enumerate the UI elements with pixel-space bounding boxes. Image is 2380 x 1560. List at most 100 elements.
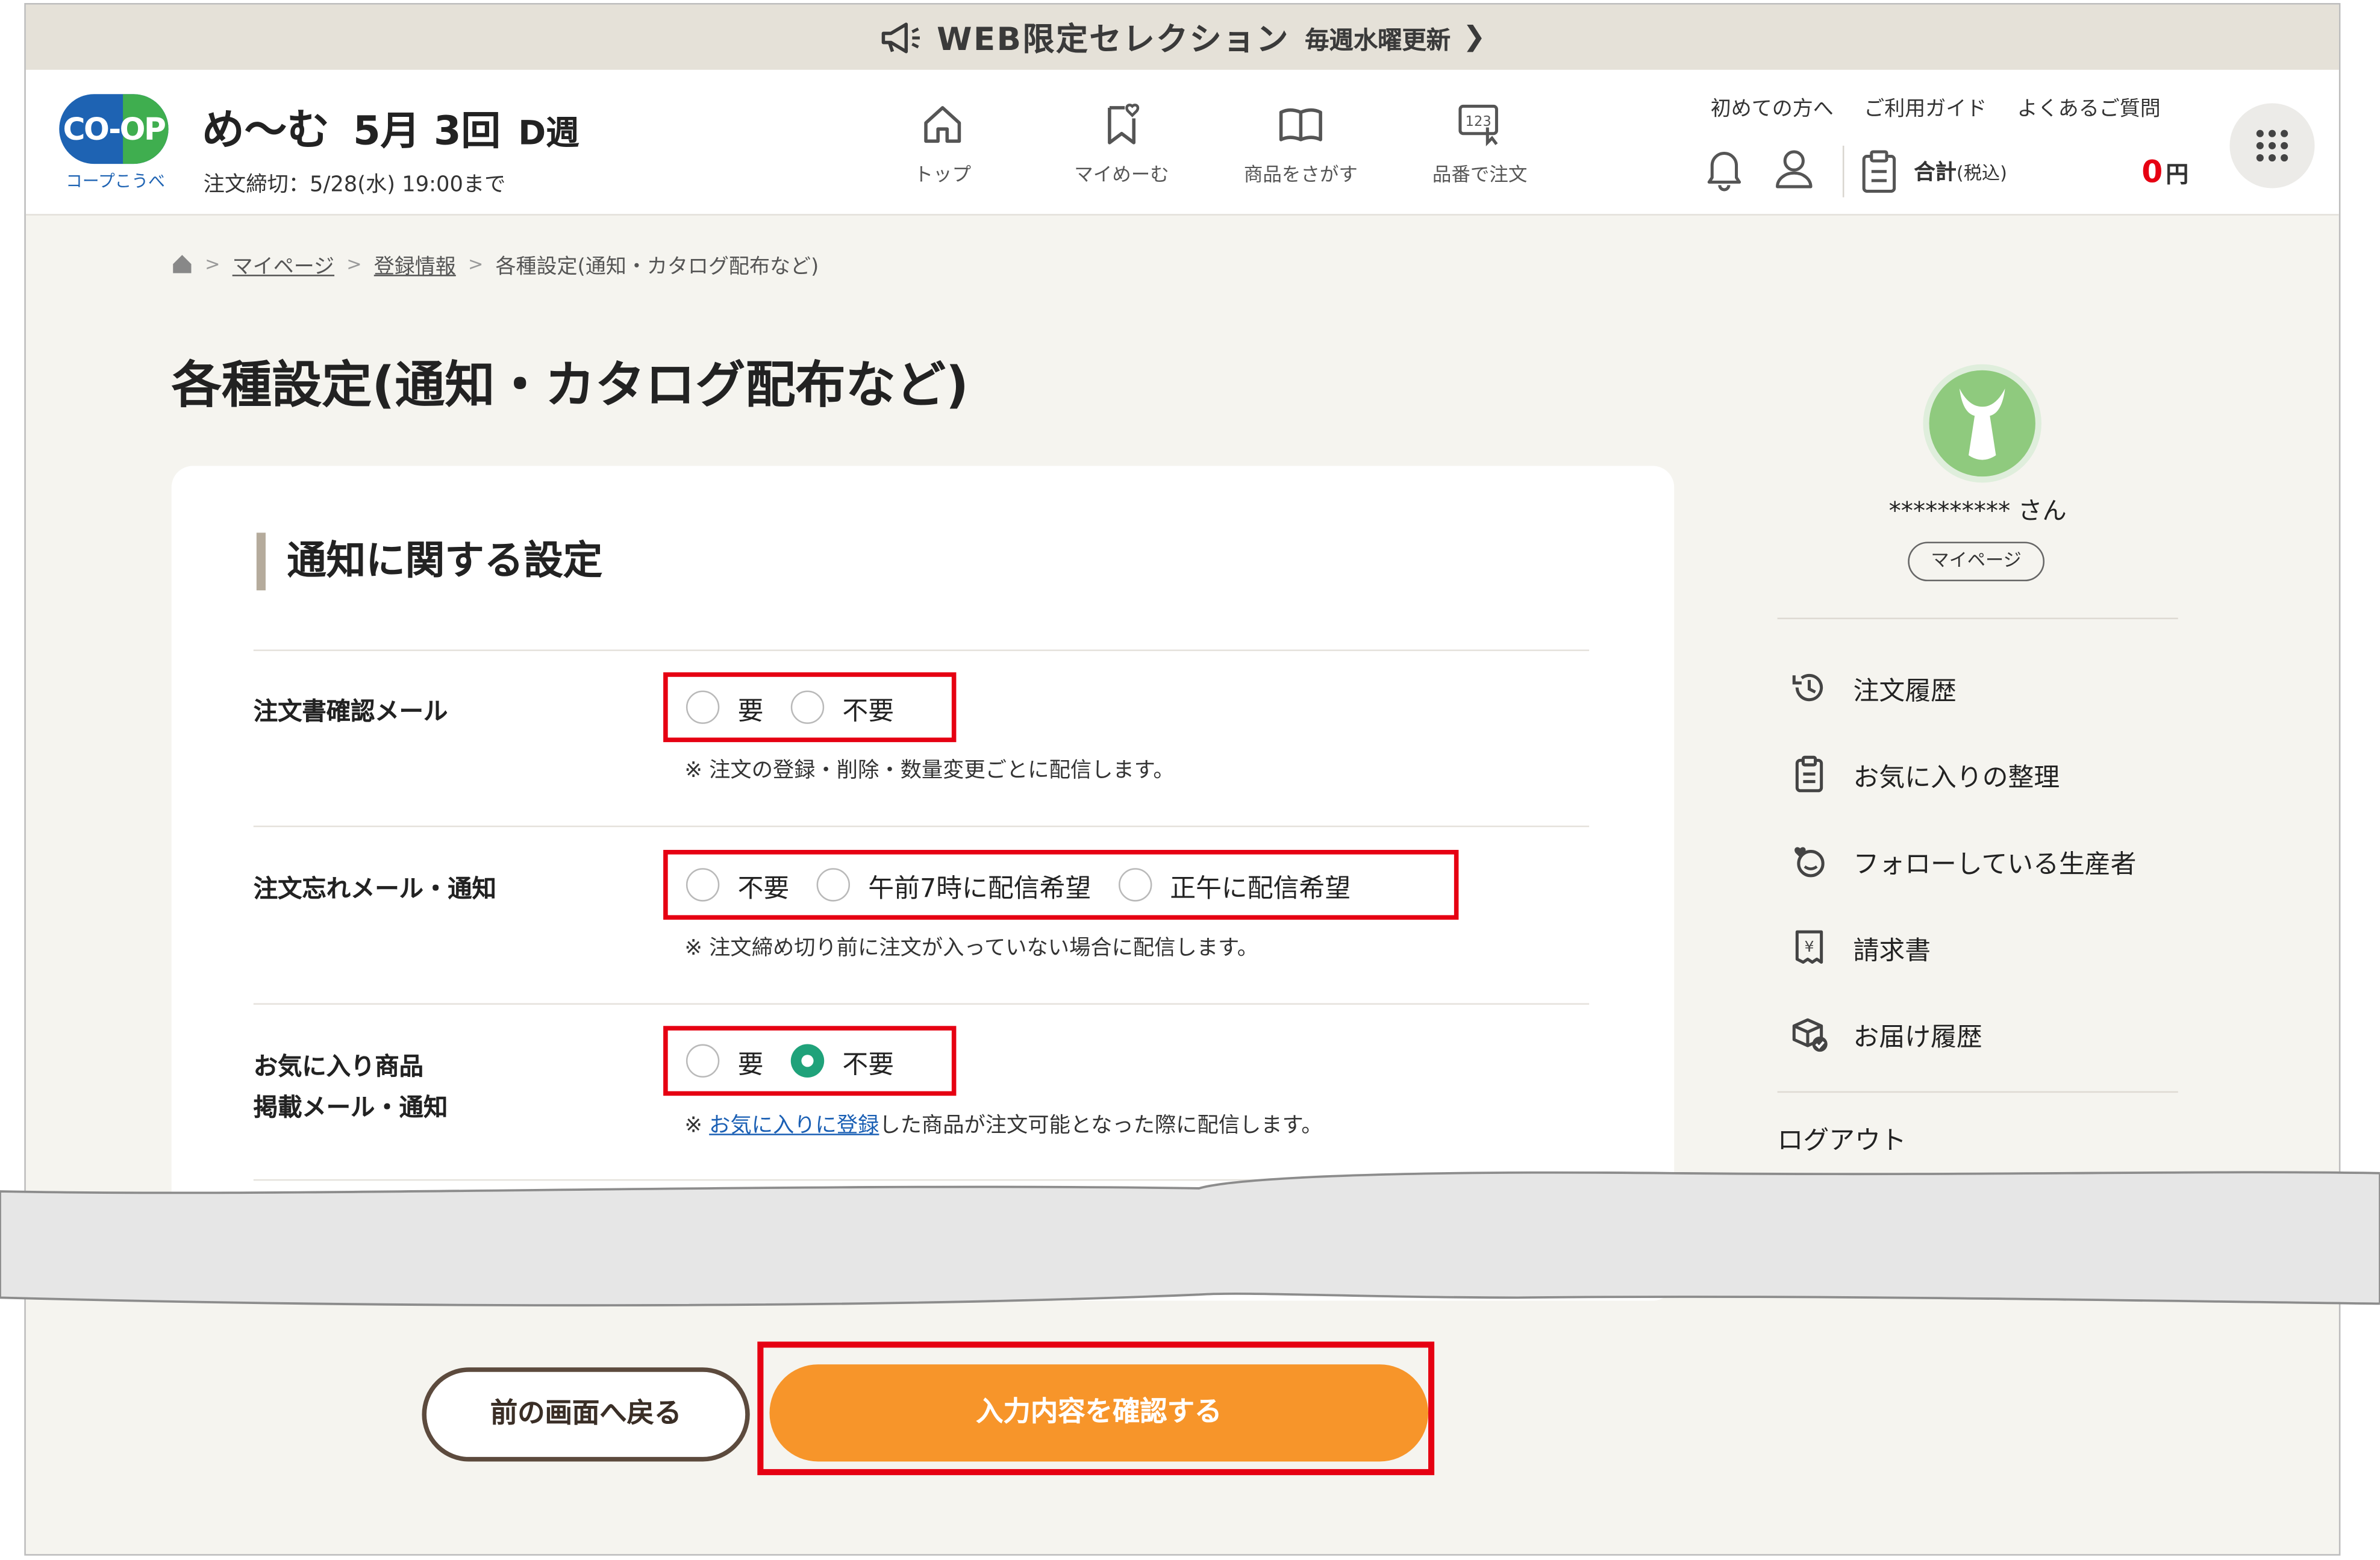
svg-text:123: 123 [1466, 114, 1491, 129]
nav-search-products-label: 商品をさがす [1243, 162, 1358, 186]
nav-top-label: トップ [914, 162, 971, 186]
order-confirm-mail-yes[interactable]: 要 [686, 688, 763, 726]
order-confirm-mail-label: 注文書確認メール [253, 696, 448, 726]
chevron-right-icon: > [346, 253, 362, 275]
bookmark-heart-icon [1108, 104, 1140, 145]
order-confirm-mail-options: 要 不要 [663, 672, 957, 743]
delivery-week: 5月 3回 [353, 109, 501, 155]
menu-grid-button[interactable] [2229, 103, 2315, 189]
box-check-icon [1792, 1018, 1828, 1052]
logo-subtext: コープこうべ [66, 171, 165, 192]
header-icons: 合計(税込) [1703, 145, 2007, 198]
row-divider [253, 649, 1590, 651]
section-title: 通知に関する設定 [256, 532, 603, 591]
user-icon [1776, 150, 1813, 189]
order-deadline: 注文締切：5/28(水) 19:00まで [203, 173, 506, 198]
nav-my-meem-label: マイめーむ [1074, 162, 1169, 186]
order-reminder-noon[interactable]: 正午に配信希望 [1118, 866, 1351, 903]
notification-button[interactable] [1703, 146, 1746, 198]
breadcrumb-mypage[interactable]: マイページ [233, 249, 334, 279]
user-name: ********** さん [1888, 496, 2067, 525]
link-faq[interactable]: よくあるご質問 [2017, 91, 2161, 121]
main-nav: トップ マイめーむ 商品をさがす 123 品番で注文 [853, 100, 1569, 187]
radio-button[interactable] [686, 1044, 720, 1078]
link-usage-guide[interactable]: ご利用ガイド [1864, 91, 1987, 121]
sidebar-item-followed-producers[interactable]: フォローしている生産者 [1790, 841, 2136, 881]
favorite-register-link[interactable]: お気に入りに登録 [709, 1114, 879, 1138]
order-reminder-note: ※ 注文締め切り前に注文が入っていない場合に配信します。 [684, 936, 1259, 961]
sidebar-item-invoice[interactable]: ¥ 請求書 [1790, 928, 1931, 967]
link-first-time[interactable]: 初めての方へ [1711, 91, 1834, 121]
order-confirm-mail-no[interactable]: 不要 [790, 688, 894, 726]
radio-button[interactable] [686, 690, 720, 724]
utility-links: 初めての方へ ご利用ガイド よくあるご質問 [1711, 91, 2161, 121]
radio-button[interactable] [790, 690, 825, 724]
logout-link[interactable]: ログアウト [1778, 1119, 1907, 1156]
promo-sub: 毎週水曜更新 [1305, 25, 1451, 54]
omitted-content-tear [0, 1171, 2380, 1307]
producer-heart-icon [1794, 847, 1825, 878]
nav-top[interactable]: トップ [853, 100, 1032, 187]
history-icon [1792, 673, 1823, 702]
order-reminder-label: 注文忘れメール・通知 [253, 874, 496, 903]
order-reminder-7am[interactable]: 午前7時に配信希望 [816, 866, 1091, 903]
chevron-right-icon: > [205, 253, 220, 275]
brand-name: め〜む [202, 104, 330, 155]
coop-logo[interactable]: CO-OP コープこうべ [59, 94, 171, 193]
invoice-yen-icon: ¥ [1795, 930, 1823, 964]
nav-order-by-number-label: 品番で注文 [1432, 162, 1528, 186]
breadcrumb-registration[interactable]: 登録情報 [374, 249, 456, 279]
page-title: 各種設定(通知・カタログ配布など) [171, 355, 969, 414]
number-input-icon: 123 [1458, 104, 1498, 146]
order-reminder-options: 不要 午前7時に配信希望 正午に配信希望 [663, 850, 1459, 920]
app-frame: WEB限定セレクション 毎週水曜更新 ❯ CO-OP コープこうべ め〜む 5月… [24, 3, 2341, 1556]
sidebar-item-favorites[interactable]: お気に入りの整理 [1790, 754, 2060, 794]
book-icon [1279, 108, 1322, 142]
account-button[interactable] [1773, 146, 1816, 198]
promo-text: WEB限定セレクション [937, 20, 1290, 57]
clipboard-icon [1795, 755, 1823, 793]
nav-search-products[interactable]: 商品をさがす [1211, 100, 1390, 187]
chevron-right-icon: ❯ [1463, 21, 1486, 54]
favorite-mail-label: お気に入り商品 掲載メール・通知 [253, 1052, 448, 1122]
sidebar-item-order-history[interactable]: 注文履歴 [1790, 668, 1957, 708]
nav-order-by-number[interactable]: 123 品番で注文 [1390, 100, 1569, 187]
confirm-input-button[interactable]: 入力内容を確認する [769, 1364, 1429, 1462]
delivery-week-suffix: D週 [518, 115, 579, 154]
radio-button[interactable] [816, 868, 851, 902]
site-header: CO-OP コープこうべ め〜む 5月 3回 D週 注文締切：5/28(水) 1… [25, 69, 2339, 216]
mascot-icon [1959, 388, 2005, 460]
breadcrumb-current: 各種設定(通知・カタログ配布など) [495, 255, 819, 279]
favorite-mail-no[interactable]: 不要 [790, 1042, 894, 1080]
sidebar-divider [1777, 1091, 2178, 1093]
cart-total-value: 0円 [2141, 153, 2189, 190]
chevron-right-icon: > [467, 253, 484, 275]
order-confirm-mail-note: ※ 注文の登録・削除・数量変更ごとに配信します。 [684, 758, 1175, 784]
home-icon[interactable] [172, 254, 193, 275]
cart-clipboard-icon[interactable] [1860, 149, 1899, 195]
nav-my-meem[interactable]: マイめーむ [1032, 100, 1211, 187]
brand-title: め〜む 5月 3回 D週 [202, 97, 579, 158]
breadcrumb: > マイページ > 登録情報 > 各種設定(通知・カタログ配布など) [172, 249, 819, 279]
sidebar-divider [1777, 617, 2178, 620]
promo-banner[interactable]: WEB限定セレクション 毎週水曜更新 ❯ [25, 4, 2339, 70]
favorite-mail-options: 要 不要 [663, 1026, 957, 1096]
header-divider [1842, 145, 1844, 198]
home-icon [924, 106, 961, 143]
mypage-button[interactable]: マイページ [1908, 541, 2045, 582]
bell-icon [1707, 152, 1741, 192]
order-reminder-none[interactable]: 不要 [686, 866, 789, 903]
avatar [1923, 364, 2041, 483]
back-button[interactable]: 前の画面へ戻る [422, 1367, 750, 1462]
cart-total-label: 合計(税込) [1914, 161, 2007, 186]
megaphone-icon [882, 22, 920, 53]
svg-text:¥: ¥ [1804, 938, 1814, 955]
radio-button[interactable] [1118, 868, 1152, 902]
row-divider [253, 825, 1590, 828]
row-divider [253, 1003, 1590, 1005]
radio-button-selected[interactable] [790, 1044, 825, 1078]
sidebar-item-delivery-history[interactable]: お届け履歴 [1790, 1014, 1982, 1053]
radio-button[interactable] [686, 868, 720, 902]
favorite-mail-yes[interactable]: 要 [686, 1042, 763, 1080]
favorite-mail-note: ※ お気に入りに登録した商品が注文可能となった際に配信します。 [684, 1114, 1323, 1138]
